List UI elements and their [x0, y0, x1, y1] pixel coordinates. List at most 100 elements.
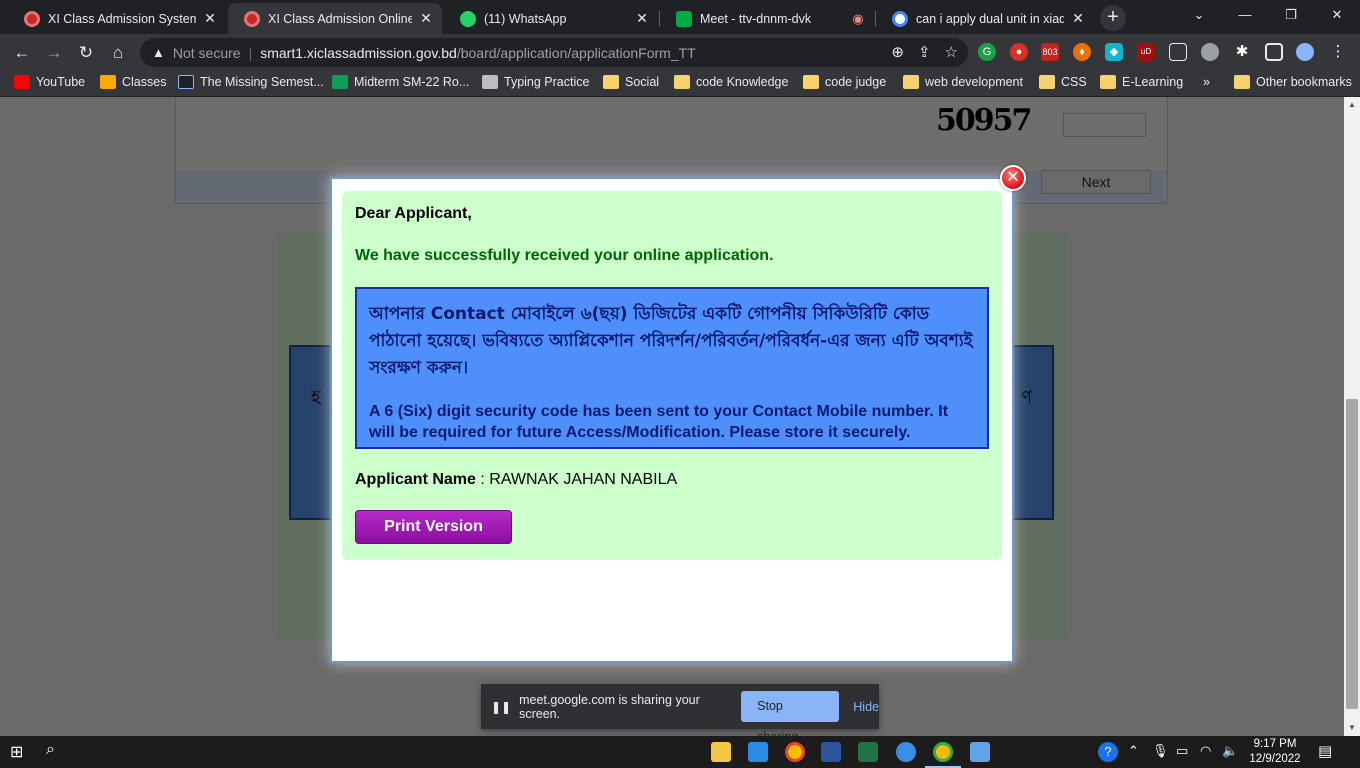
print-version-button[interactable]: Print Version [355, 510, 512, 544]
chrome-icon[interactable] [785, 742, 805, 762]
profile-avatar[interactable] [1296, 43, 1314, 61]
whatsapp-icon [460, 10, 476, 27]
clock-time: 9:17 PM [1253, 738, 1297, 750]
file-explorer-icon[interactable] [711, 742, 731, 762]
background-text-left: হ [311, 387, 321, 407]
close-icon[interactable]: ✕ [634, 10, 650, 27]
bangla-notice: আপনার Contact মোবাইলে ৬(ছয়) ডিজিটের একট… [369, 304, 973, 378]
adblock-icon[interactable]: ● [1010, 43, 1028, 61]
excel-icon[interactable] [858, 742, 878, 762]
security-code-notice: আপনার Contact মোবাইলে ৬(ছয়) ডিজিটের একট… [355, 287, 989, 449]
drag-handle-icon[interactable]: ❚❚ [491, 700, 511, 714]
tab-title: (11) WhatsApp [484, 11, 567, 26]
close-icon[interactable]: ✕ [202, 10, 218, 27]
edge-icon[interactable] [896, 742, 916, 762]
scroll-up-icon[interactable]: ▲ [1344, 97, 1360, 113]
tab-search-icon[interactable]: ⌄ [1176, 0, 1222, 30]
url-divider: | [248, 44, 253, 61]
clock-date: 12/9/2022 [1249, 753, 1301, 765]
success-message: We have successfully received your onlin… [355, 247, 774, 264]
help-icon[interactable]: ? [1098, 742, 1118, 762]
minimize-button[interactable]: — [1222, 0, 1268, 30]
tab-google-search[interactable]: can i apply dual unit in xiadm ✕ [876, 3, 1094, 34]
photos-icon[interactable] [970, 742, 990, 762]
menu-kebab-icon[interactable]: ⋮ [1329, 43, 1347, 61]
microphone-icon[interactable]: 🎙 [1152, 743, 1169, 759]
word-icon[interactable] [821, 742, 841, 762]
bookmark-missing-semester[interactable]: The Missing Semest... [178, 75, 324, 89]
side-panel-icon[interactable] [1265, 43, 1283, 61]
tab-meet[interactable]: Meet - ttv-dnnm-dvk ◉ [660, 3, 874, 34]
windows-start-icon[interactable]: ⊞ [10, 742, 23, 762]
forward-icon[interactable]: → [40, 39, 68, 67]
search-icon[interactable]: ⌕ [46, 741, 55, 759]
back-icon[interactable]: ← [8, 39, 36, 67]
gmail-badge-icon[interactable]: 803 [1041, 43, 1059, 61]
new-tab-button[interactable]: + [1100, 5, 1126, 31]
bookmark-social[interactable]: Social [603, 75, 659, 89]
stop-sharing-button[interactable]: Stop sharing [741, 691, 840, 744]
notifications-icon[interactable]: ▤ [1318, 742, 1332, 760]
restore-button[interactable]: ❐ [1268, 0, 1314, 30]
fire-extension-icon[interactable]: ♦ [1073, 43, 1091, 61]
bookmark-star-icon[interactable]: ☆ [945, 43, 958, 61]
grammarly-icon[interactable]: G [978, 43, 996, 61]
close-modal-icon[interactable]: ✕ [1000, 165, 1026, 191]
board-favicon-icon [24, 10, 40, 27]
folder-icon [903, 75, 919, 89]
reload-icon[interactable]: ↻ [72, 39, 100, 67]
battery-icon[interactable]: ▭ [1176, 743, 1188, 759]
address-bar[interactable]: ▲ Not secure | smart1.xiclassadmission.g… [140, 38, 968, 67]
volume-icon[interactable]: 🔈 [1222, 743, 1238, 759]
bookmark-classes[interactable]: Classes [100, 75, 166, 89]
folder-icon [1234, 75, 1250, 89]
bookmark-typing-practice[interactable]: Typing Practice [482, 75, 589, 89]
chrome-active-icon[interactable] [933, 742, 953, 762]
bookmark-midterm[interactable]: Midterm SM-22 Ro... [332, 75, 469, 89]
tab-title: Meet - ttv-dnnm-dvk [700, 11, 812, 26]
scroll-thumb[interactable] [1346, 399, 1358, 709]
bookmark-e-learning[interactable]: E-Learning [1100, 75, 1183, 89]
classroom-icon [100, 75, 116, 89]
bookmark-code-knowledge[interactable]: code Knowledge [674, 75, 788, 89]
tab-xi-admission-online[interactable]: XI Class Admission Online Ap ✕ [228, 3, 442, 34]
google-icon [892, 10, 908, 27]
zoom-icon[interactable]: ⊕ [891, 43, 904, 61]
tab-title: XI Class Admission Online Ap [268, 11, 412, 26]
lightbulb-extension-icon[interactable]: ◆ [1105, 43, 1123, 61]
hide-button[interactable]: Hide [853, 700, 879, 714]
terminal-icon [178, 75, 194, 89]
close-window-button[interactable]: ✕ [1314, 0, 1360, 30]
tab-whatsapp[interactable]: (11) WhatsApp ✕ [444, 3, 658, 34]
tab-xi-admission-system[interactable]: XI Class Admission System ✕ [8, 3, 226, 34]
extensions-puzzle-icon[interactable]: ✱ [1233, 43, 1251, 61]
wifi-icon[interactable]: ◠ [1200, 743, 1211, 759]
bookmark-web-development[interactable]: web development [903, 75, 1023, 89]
bookmark-youtube[interactable]: YouTube [14, 75, 85, 89]
sharing-message: meet.google.com is sharing your screen. [519, 692, 700, 721]
captcha-input[interactable] [1063, 113, 1146, 137]
bookmark-css[interactable]: CSS [1039, 75, 1087, 89]
scroll-down-icon[interactable]: ▼ [1344, 720, 1360, 736]
browser-toolbar: ← → ↻ ⌂ ▲ Not secure | smart1.xiclassadm… [0, 34, 1360, 71]
vscode-icon[interactable] [748, 742, 768, 762]
share-icon[interactable]: ⇪ [918, 43, 931, 61]
tab-strip: XI Class Admission System ✕ XI Class Adm… [0, 0, 1360, 34]
bookmark-other-bookmarks[interactable]: Other bookmarks [1234, 75, 1352, 89]
home-icon[interactable]: ⌂ [104, 39, 132, 67]
not-secure-label[interactable]: Not secure [173, 45, 241, 61]
cloud-extension-icon[interactable] [1201, 43, 1219, 61]
ublock-icon[interactable]: uD [1137, 43, 1155, 61]
folder-icon [1100, 75, 1116, 89]
clock[interactable]: 9:17 PM 12/9/2022 [1246, 737, 1304, 767]
tray-expand-icon[interactable]: ⌃ [1128, 743, 1139, 759]
close-icon[interactable]: ✕ [1070, 10, 1086, 27]
page-scrollbar[interactable]: ▲ ▼ [1344, 97, 1360, 736]
next-button[interactable]: Next [1041, 170, 1151, 194]
bookmark-code-judge[interactable]: code judge [803, 75, 886, 89]
cube-extension-icon[interactable] [1169, 43, 1187, 61]
folder-icon [803, 75, 819, 89]
omnibox-actions: ⊕ ⇪ ☆ [891, 43, 958, 61]
bookmarks-overflow-icon[interactable]: » [1203, 75, 1210, 89]
close-icon[interactable]: ✕ [418, 10, 434, 27]
